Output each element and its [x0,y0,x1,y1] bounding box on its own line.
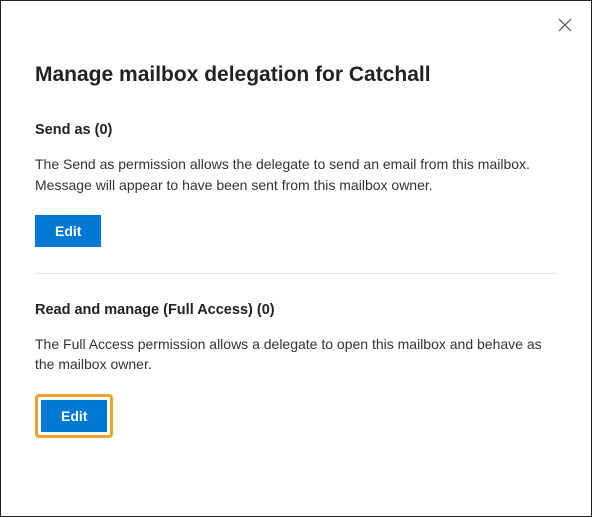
highlight-annotation: Edit [35,394,113,438]
send-as-description: The Send as permission allows the delega… [35,154,557,195]
full-access-description: The Full Access permission allows a dele… [35,334,557,375]
send-as-edit-button[interactable]: Edit [35,215,101,247]
full-access-edit-button[interactable]: Edit [41,400,107,432]
full-access-heading: Read and manage (Full Access) (0) [35,302,557,318]
send-as-heading: Send as (0) [35,122,557,138]
close-button[interactable] [555,15,575,35]
dialog-title: Manage mailbox delegation for Catchall [35,61,557,88]
full-access-section: Read and manage (Full Access) (0) The Fu… [35,273,557,465]
send-as-section: Send as (0) The Send as permission allow… [35,122,557,273]
dialog-content: Manage mailbox delegation for Catchall S… [1,1,591,494]
close-icon [558,18,572,32]
dialog-panel: Manage mailbox delegation for Catchall S… [0,0,592,517]
